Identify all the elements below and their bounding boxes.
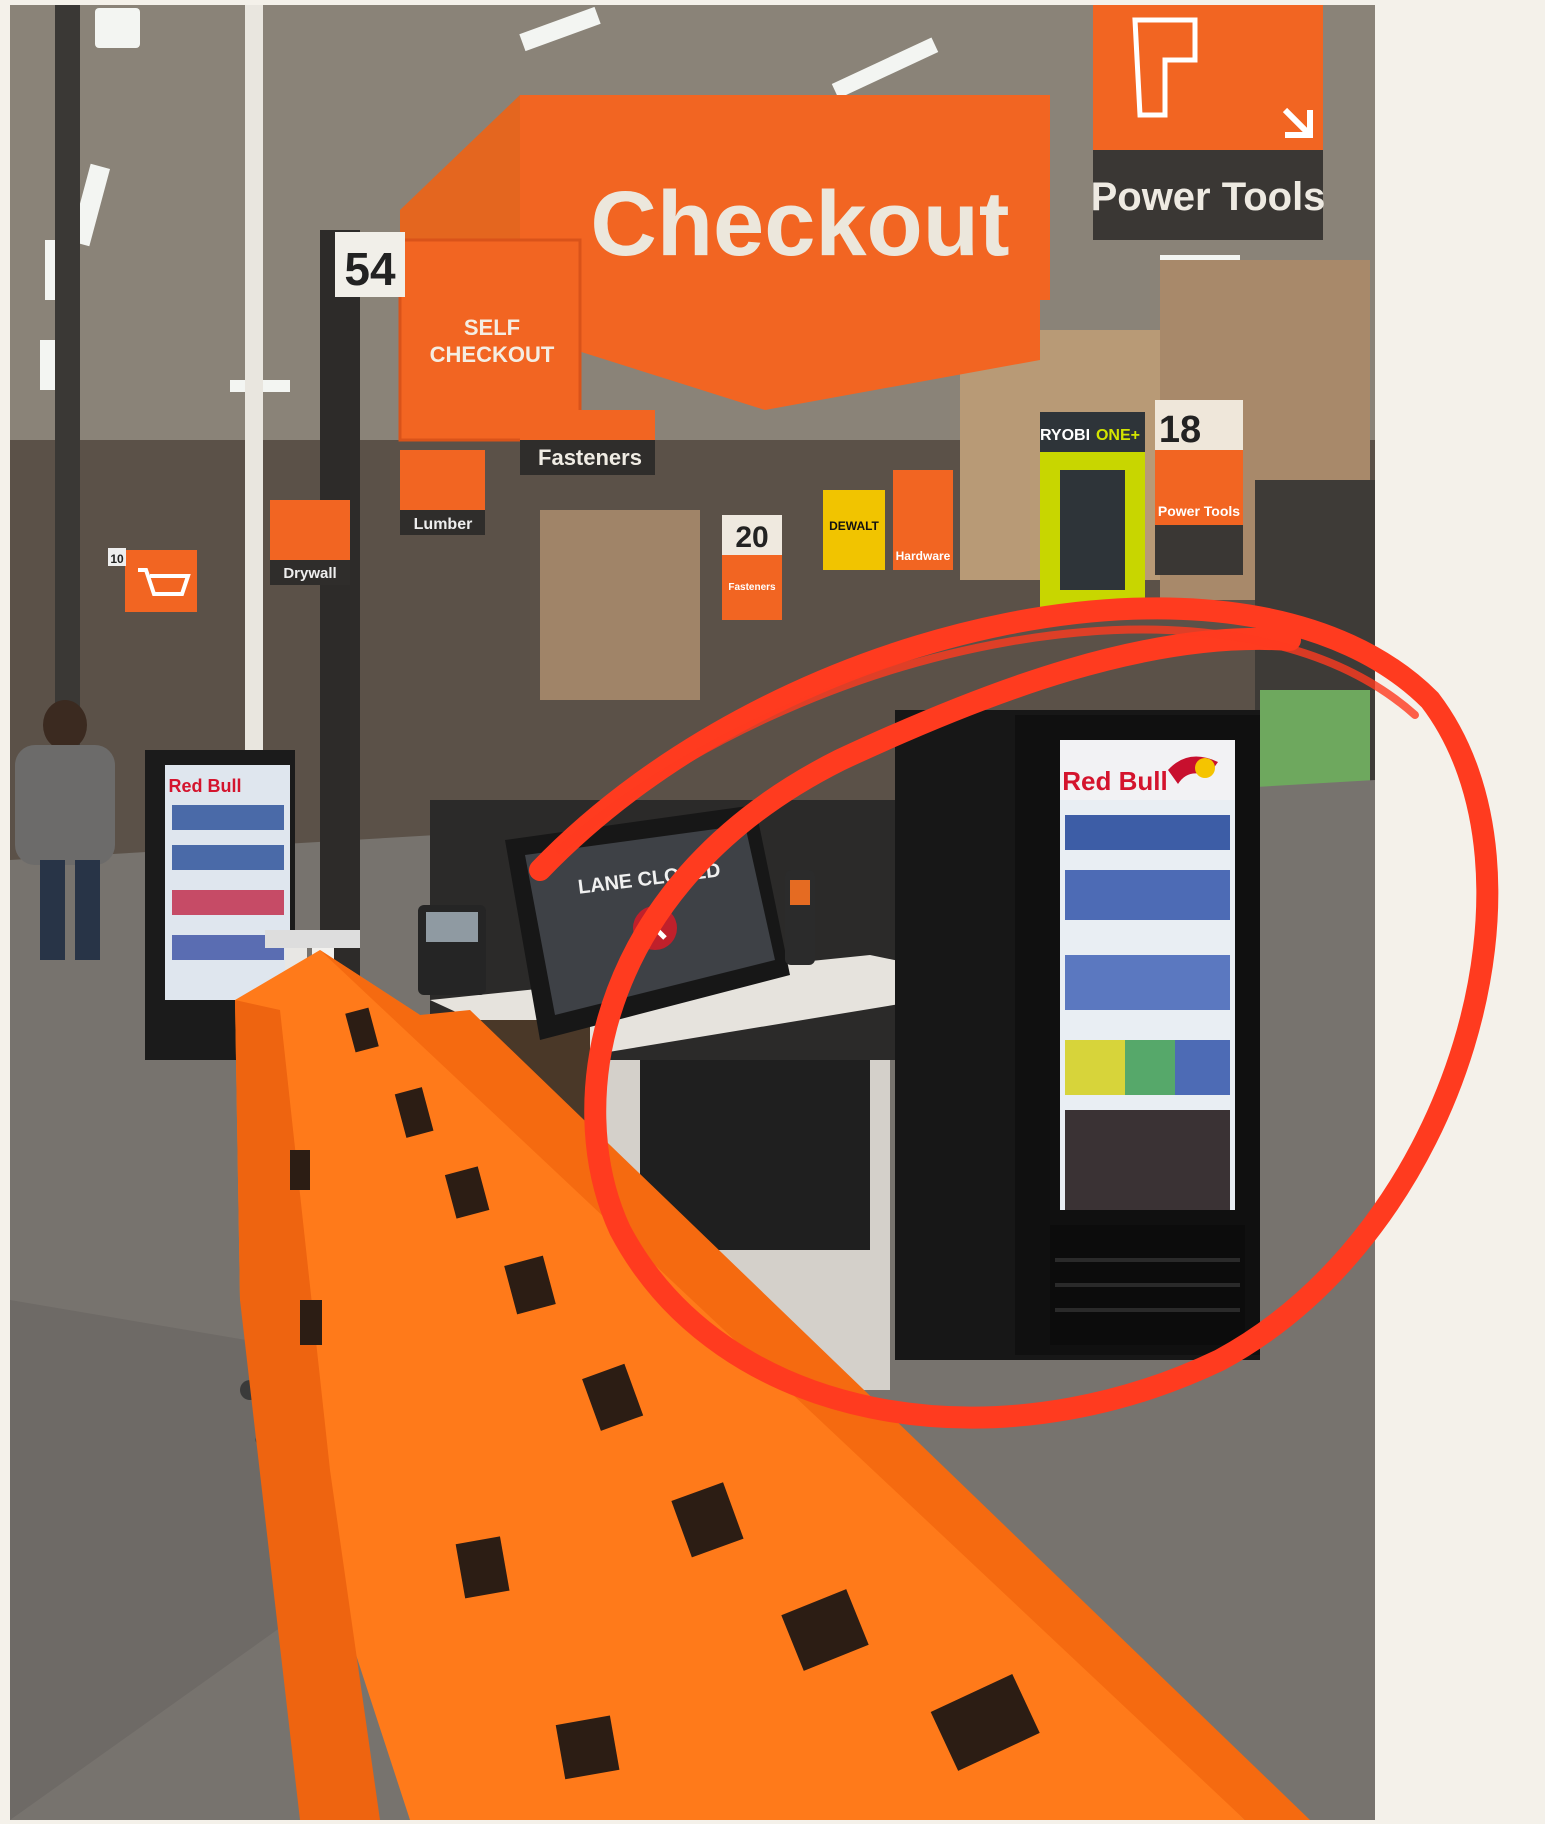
cooler-brand-text: Red Bull [1062,766,1167,796]
dewalt-sign: DEWALT [823,490,885,570]
fasteners-overhead-text: Fasteners [538,445,642,470]
aisle-18-text: 18 [1159,409,1201,451]
ryobi-display: RYOBI ONE+ [1040,412,1145,612]
self-checkout-line1: SELF [464,315,520,340]
card-reader[interactable] [418,905,486,995]
drywall-text: Drywall [283,565,336,582]
checkout-sign-text: Checkout [590,173,1009,275]
power-tools-text: Power Tools [1091,175,1326,219]
ryobi-text: RYOBI [1040,427,1090,444]
drywall-sign: Drywall [270,500,350,585]
hardware-text: Hardware [896,549,951,563]
lumber-sign: Lumber [400,450,485,535]
aisle-18-sign: 18 Power Tools [1155,400,1243,575]
store-photo: Checkout SELF CHECKOUT 54 Power Tools Fa… [10,5,1499,1820]
fasteners-overhead-sign: Fasteners [520,410,655,475]
lane-number-sign: 54 [335,232,405,297]
ryobi-one-text: ONE+ [1096,427,1140,444]
lane-number-text: 54 [344,243,396,295]
aisle-10-text: 10 [110,552,124,566]
redbull-cooler: Red Bull [895,710,1260,1360]
power-tools-aisle-text: Power Tools [1158,503,1240,519]
dewalt-text: DEWALT [829,519,879,533]
self-checkout-line2: CHECKOUT [430,342,555,367]
aisle-20-sign: 20 Fasteners [722,515,782,620]
hardware-sign: Hardware [893,470,953,570]
fasteners-aisle-text: Fasteners [728,582,776,593]
lumber-text: Lumber [414,516,473,533]
aisle-20-text: 20 [735,521,768,554]
left-cooler-brand: Red Bull [168,776,241,796]
power-tools-sign: Power Tools [1091,5,1326,240]
